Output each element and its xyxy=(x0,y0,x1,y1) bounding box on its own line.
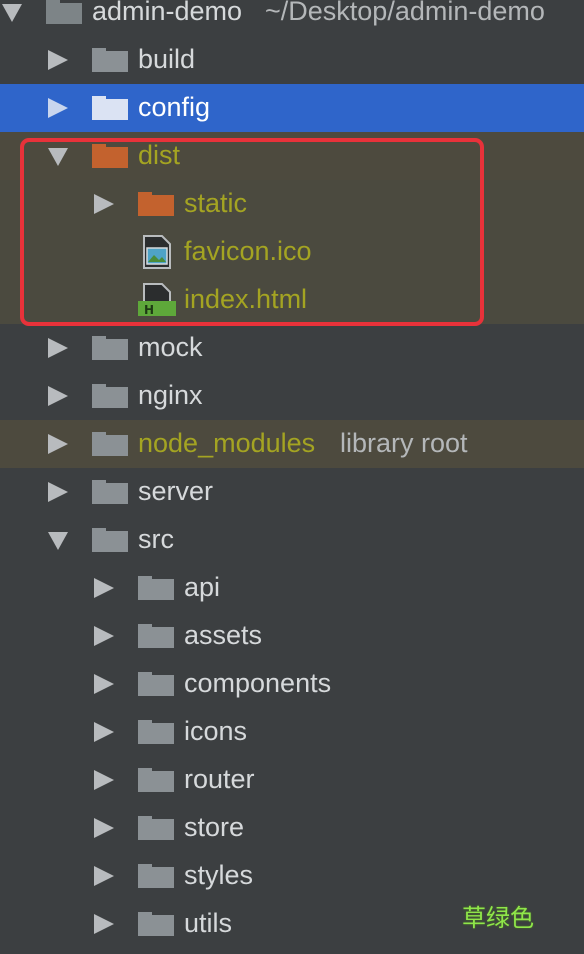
tree-row-nginx[interactable]: nginx xyxy=(0,372,584,420)
library-root-hint: library root xyxy=(340,427,468,458)
folder-label-static: static xyxy=(184,187,248,218)
folder-label-config: config xyxy=(138,91,211,122)
tree-row-build[interactable]: build xyxy=(0,36,584,84)
tree-row-src-assets[interactable]: assets xyxy=(0,612,584,660)
triangle-down-icon[interactable] xyxy=(48,148,68,166)
folder-icon xyxy=(92,336,128,360)
folder-label-nginx: nginx xyxy=(138,379,203,410)
triangle-right-icon[interactable] xyxy=(48,482,68,502)
folder-label-components: components xyxy=(184,667,332,698)
folder-label-router: router xyxy=(184,763,255,794)
triangle-right-icon[interactable] xyxy=(94,866,114,886)
folder-icon xyxy=(138,192,174,216)
folder-label-node-modules: node_modules xyxy=(138,427,316,458)
folder-icon xyxy=(138,864,174,888)
tree-row-favicon[interactable]: favicon.ico xyxy=(0,228,584,276)
folder-label-src: src xyxy=(138,523,174,554)
folder-icon xyxy=(92,48,128,72)
triangle-right-icon[interactable] xyxy=(48,434,68,454)
tree-row-src-api[interactable]: api xyxy=(0,564,584,612)
triangle-right-icon[interactable] xyxy=(48,386,68,406)
triangle-right-icon[interactable] xyxy=(94,626,114,646)
file-label-index-html: index.html xyxy=(184,283,308,314)
folder-label-server: server xyxy=(138,475,214,506)
folder-label-styles: styles xyxy=(184,859,254,890)
triangle-right-icon[interactable] xyxy=(94,770,114,790)
folder-icon xyxy=(138,816,174,840)
svg-text:H: H xyxy=(144,303,154,317)
folder-label-build: build xyxy=(138,43,196,74)
tree-row-dist[interactable]: dist xyxy=(0,132,584,180)
triangle-right-icon[interactable] xyxy=(94,722,114,742)
folder-icon xyxy=(92,144,128,168)
folder-label-mock: mock xyxy=(138,331,203,362)
folder-icon xyxy=(92,96,128,120)
project-name: admin-demo xyxy=(92,0,243,26)
triangle-down-icon[interactable] xyxy=(48,532,68,550)
tree-row-dist-static[interactable]: static xyxy=(0,180,584,228)
folder-icon xyxy=(92,480,128,504)
triangle-right-icon[interactable] xyxy=(94,194,114,214)
folder-label-api: api xyxy=(184,571,221,602)
tree-row-src-icons[interactable]: icons xyxy=(0,708,584,756)
folder-icon xyxy=(92,384,128,408)
tree-row-src-store[interactable]: store xyxy=(0,804,584,852)
tree-row-node-modules[interactable]: node_modules library root xyxy=(0,420,584,468)
folder-icon xyxy=(138,624,174,648)
triangle-right-icon[interactable] xyxy=(94,674,114,694)
folder-label-assets: assets xyxy=(184,619,263,650)
tree-row-src-router[interactable]: router xyxy=(0,756,584,804)
triangle-down-icon[interactable] xyxy=(2,4,22,22)
tree-row-src[interactable]: src xyxy=(0,516,584,564)
folder-icon xyxy=(138,912,174,936)
folder-label-icons: icons xyxy=(184,715,248,746)
folder-icon xyxy=(92,432,128,456)
tree-row-src-styles[interactable]: styles xyxy=(0,852,584,900)
file-label-favicon: favicon.ico xyxy=(184,235,312,266)
folder-icon xyxy=(92,528,128,552)
tree-row-admin-demo[interactable]: admin-demo ~/Desktop/admin-demo xyxy=(0,0,584,36)
triangle-right-icon[interactable] xyxy=(48,338,68,358)
folder-icon xyxy=(138,576,174,600)
tree-row-config[interactable]: config xyxy=(0,84,584,132)
triangle-right-icon[interactable] xyxy=(94,914,114,934)
folder-icon xyxy=(138,768,174,792)
html-file-icon: H xyxy=(138,283,176,317)
folder-icon xyxy=(46,0,82,24)
image-file-icon xyxy=(143,235,171,269)
folder-label-utils: utils xyxy=(184,907,233,938)
folder-icon xyxy=(138,672,174,696)
folder-icon xyxy=(138,720,174,744)
watermark: 草绿色 xyxy=(462,904,534,932)
triangle-right-icon[interactable] xyxy=(48,98,68,118)
folder-label-store: store xyxy=(184,811,245,842)
project-path: ~/Desktop/admin-demo xyxy=(265,0,545,26)
triangle-right-icon[interactable] xyxy=(48,50,68,70)
triangle-right-icon[interactable] xyxy=(94,818,114,838)
tree-row-mock[interactable]: mock xyxy=(0,324,584,372)
tree-row-server[interactable]: server xyxy=(0,468,584,516)
tree-row-index-html[interactable]: H index.html xyxy=(0,276,584,324)
triangle-right-icon[interactable] xyxy=(94,578,114,598)
folder-label-dist: dist xyxy=(138,139,181,170)
project-tree: admin-demo ~/Desktop/admin-demo build co… xyxy=(0,0,584,948)
tree-row-src-components[interactable]: components xyxy=(0,660,584,708)
